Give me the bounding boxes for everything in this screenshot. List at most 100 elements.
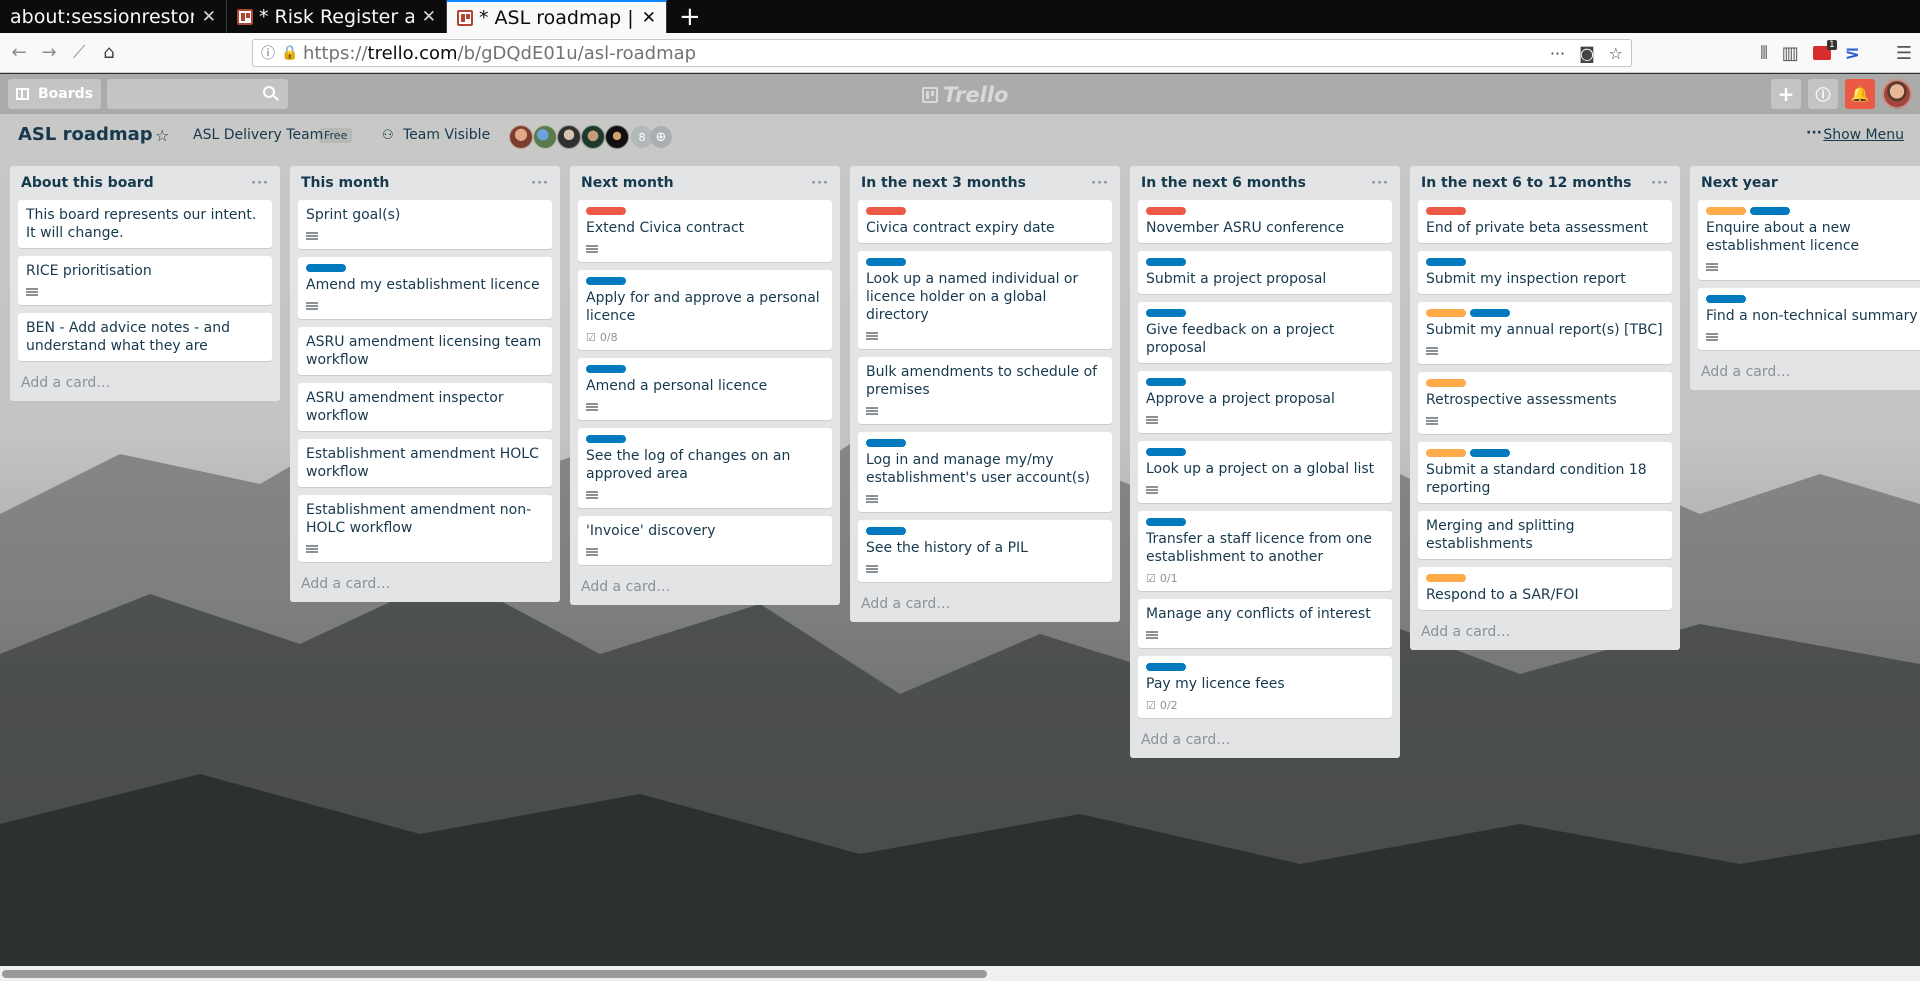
add-card-link[interactable]: Add a card… [1698,358,1920,382]
pocket-icon[interactable]: ◙ [1579,44,1595,63]
info-icon[interactable]: ⓘ [1808,79,1838,109]
extension-icon[interactable]: ⋝ [1845,43,1860,64]
card[interactable]: Establishment amendment HOLC workflow [298,439,552,487]
list-title[interactable]: This month [301,175,531,191]
user-avatar[interactable] [1882,79,1912,109]
card[interactable]: Submit a project proposal [1138,251,1392,294]
list-title[interactable]: In the next 6 to 12 months [1421,175,1651,191]
card[interactable]: Sprint goal(s) [298,200,552,249]
add-card-link[interactable]: Add a card… [578,573,832,597]
trello-logo[interactable]: Trello [922,83,1008,107]
board-title[interactable]: ASL roadmap [18,124,153,145]
close-icon[interactable]: ✕ [422,7,436,27]
horizontal-scrollbar[interactable] [0,966,1920,981]
card[interactable]: Pay my licence fees ☑ 0/2 [1138,656,1392,718]
card[interactable]: Find a non-technical summary [1698,288,1920,350]
card[interactable]: Submit my annual report(s) [TBC] [1418,302,1672,364]
list-menu-icon[interactable]: ··· [1651,176,1669,191]
card[interactable]: Civica contract expiry date [858,200,1112,243]
show-menu-link[interactable]: Show Menu [1823,127,1904,143]
card[interactable]: Merging and splitting establishments [1418,511,1672,559]
scrollbar-thumb[interactable] [2,970,987,978]
list-menu-icon[interactable]: ··· [251,176,269,191]
visibility-label[interactable]: Team Visible [403,127,490,143]
add-card-link[interactable]: Add a card… [858,590,1112,614]
page-actions-icon[interactable]: ··· [1550,44,1565,63]
browser-tab-asl-roadmap[interactable]: * ASL roadmap | Tr ✕ [447,0,667,33]
card[interactable]: Look up a project on a global list [1138,441,1392,503]
card[interactable]: Establishment amendment non-HOLC workflo… [298,495,552,562]
list-title[interactable]: Next month [581,175,811,191]
star-icon[interactable]: ☆ [155,126,169,145]
team-name[interactable]: ASL Delivery Team [193,127,323,143]
close-icon[interactable]: ✕ [202,7,216,27]
card[interactable]: BEN - Add advice notes - and understand … [18,313,272,361]
list-menu-icon[interactable]: ··· [811,176,829,191]
add-card-link[interactable]: Add a card… [1138,726,1392,750]
card[interactable]: Respond to a SAR/FOI [1418,567,1672,610]
card[interactable]: This board represents our intent. It wil… [18,200,272,248]
card[interactable]: Log in and manage my/my establishment's … [858,432,1112,512]
list-menu-icon[interactable]: ··· [1091,176,1109,191]
list-title[interactable]: In the next 3 months [861,175,1091,191]
library-icon[interactable]: ⫴ [1760,43,1768,64]
notifications-bell-icon[interactable]: 🔔 [1845,79,1875,109]
card[interactable]: ASRU amendment inspector workflow [298,383,552,431]
list-menu-icon[interactable]: ··· [531,176,549,191]
card[interactable]: Amend my establishment licence [298,257,552,319]
add-card-link[interactable]: Add a card… [1418,618,1672,642]
card[interactable]: Retrospective assessments [1418,372,1672,434]
list-title[interactable]: In the next 6 months [1141,175,1371,191]
card[interactable]: Look up a named individual or licence ho… [858,251,1112,349]
home-icon[interactable]: ⌂ [94,38,124,68]
menu-dots-icon[interactable]: ··· [1806,125,1822,141]
bookmark-star-icon[interactable]: ☆ [1609,44,1623,63]
forward-arrow-icon[interactable]: → [34,38,64,68]
close-icon[interactable]: ✕ [642,8,656,28]
visibility-icon[interactable]: ⚇ [382,128,394,143]
card[interactable]: See the history of a PIL [858,520,1112,582]
card[interactable]: 'Invoice' discovery [578,516,832,565]
boards-button[interactable]: Boards [8,79,101,109]
browser-tab-sessionrestore[interactable]: about:sessionrestore ✕ [0,0,227,33]
card[interactable]: Approve a project proposal [1138,371,1392,433]
card[interactable]: November ASRU conference [1138,200,1392,243]
card[interactable]: Give feedback on a project proposal [1138,302,1392,363]
back-arrow-icon[interactable]: ← [4,38,34,68]
extension-icon[interactable]: 1 [1812,40,1837,60]
add-card-link[interactable]: Add a card… [298,570,552,594]
url-bar[interactable]: ⓘ 🔒 https://trello.com/b/gDQdE01u/asl-ro… [252,39,1632,67]
list-menu-icon[interactable]: ··· [1371,176,1389,191]
card[interactable]: Manage any conflicts of interest [1138,599,1392,648]
card[interactable]: Submit a standard condition 18 reporting [1418,442,1672,503]
list-title[interactable]: About this board [21,175,251,191]
card[interactable]: End of private beta assessment [1418,200,1672,243]
sidebar-icon[interactable]: ▥ [1782,43,1799,64]
search-input[interactable] [107,79,288,109]
card[interactable]: Enquire about a new establishment licenc… [1698,200,1920,280]
card[interactable]: Bulk amendments to schedule of premises [858,357,1112,424]
add-member-icon[interactable]: ⊕ [650,126,672,148]
member-avatar[interactable] [605,125,629,149]
card[interactable]: Submit my inspection report [1418,251,1672,294]
member-avatar[interactable] [581,125,605,149]
card[interactable]: Transfer a staff licence from one establ… [1138,511,1392,591]
browser-tab-risk-register[interactable]: * Risk Register and ✕ [227,0,447,33]
new-tab-button[interactable]: + [667,0,713,33]
card[interactable]: RICE prioritisation [18,256,272,305]
stop-loading-icon[interactable]: ⟋ [64,38,94,68]
member-avatar[interactable] [509,125,533,149]
hamburger-menu-icon[interactable]: ☰ [1896,43,1912,64]
member-avatar[interactable] [533,125,557,149]
card[interactable]: Amend a personal licence [578,358,832,420]
member-avatar[interactable] [557,125,581,149]
search-icon[interactable] [263,86,275,98]
add-button[interactable]: + [1771,79,1801,109]
list-title[interactable]: Next year [1701,175,1920,191]
info-icon[interactable]: ⓘ [261,43,281,63]
card[interactable]: Apply for and approve a personal licence… [578,270,832,350]
card[interactable]: Extend Civica contract [578,200,832,262]
add-card-link[interactable]: Add a card… [18,369,272,393]
card[interactable]: ASRU amendment licensing team workflow [298,327,552,375]
card[interactable]: See the log of changes on an approved ar… [578,428,832,508]
